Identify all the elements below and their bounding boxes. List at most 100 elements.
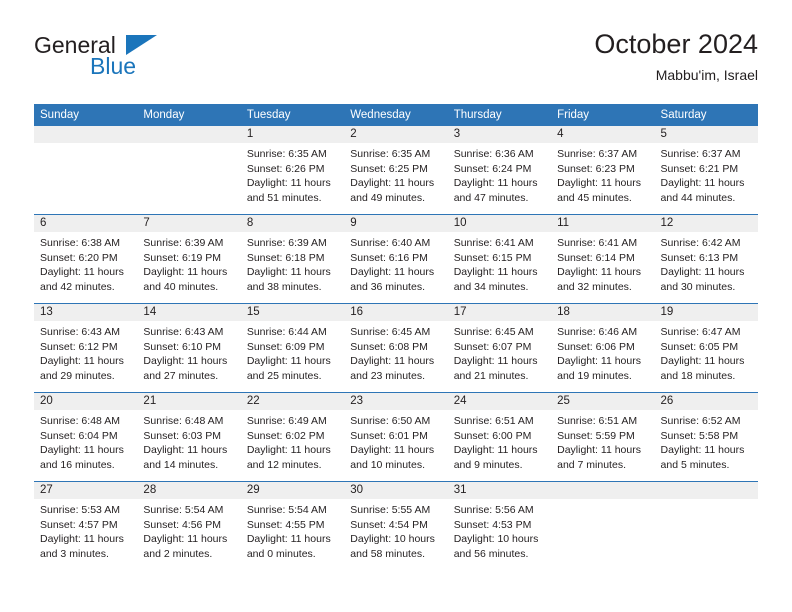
- daylight-text-line1: Daylight: 11 hours: [246, 177, 331, 190]
- sunrise-text: Sunrise: 6:38 AM: [40, 237, 120, 249]
- day-cell-content: 26 Sunrise: 6:52 AM Sunset: 5:58 PM Dayligh…: [654, 393, 758, 481]
- sunset-text: Sunset: 6:16 PM: [350, 251, 428, 264]
- sunset-text: Sunset: 5:58 PM: [660, 429, 739, 442]
- day-cell-content: [654, 482, 758, 570]
- day-number: 29: [240, 482, 345, 499]
- calendar-day-cell[interactable]: 27 Sunrise: 5:53 AM Sunset: 4:57 PM Dayligh…: [34, 481, 138, 570]
- sun-info: Sunrise: 6:40 AM Sunset: 6:16 PM Daylight:…: [344, 232, 447, 294]
- calendar-day-cell[interactable]: 30 Sunrise: 5:55 AM Sunset: 4:54 PM Dayligh…: [344, 481, 448, 570]
- daylight-text-line2: and 47 minutes.: [453, 191, 529, 204]
- calendar-day-cell[interactable]: 10 Sunrise: 6:41 AM Sunset: 6:15 PM Dayligh…: [447, 214, 552, 304]
- sun-info: Sunrise: 6:39 AM Sunset: 6:19 PM Daylight:…: [137, 232, 240, 294]
- calendar-day-cell[interactable]: 26 Sunrise: 6:52 AM Sunset: 5:58 PM Dayligh…: [654, 392, 758, 482]
- sunrise-text: Sunrise: 6:51 AM: [453, 415, 534, 427]
- day-number: 5: [654, 126, 758, 143]
- calendar-day-cell[interactable]: 28 Sunrise: 5:54 AM Sunset: 4:56 PM Dayligh…: [137, 481, 241, 570]
- sunrise-text: Sunrise: 6:51 AM: [557, 415, 638, 427]
- calendar-day-cell[interactable]: 14 Sunrise: 6:43 AM Sunset: 6:10 PM Dayligh…: [137, 303, 241, 393]
- day-number: 17: [447, 304, 552, 321]
- day-cell-content: [137, 126, 241, 214]
- daylight-text-line1: Daylight: 11 hours: [453, 266, 538, 279]
- daylight-text-line1: Daylight: 11 hours: [660, 444, 745, 457]
- day-number: [137, 126, 241, 143]
- daylight-text-line1: Daylight: 11 hours: [143, 266, 228, 279]
- sunrise-text: Sunrise: 6:43 AM: [143, 326, 224, 338]
- day-number: 26: [654, 393, 758, 410]
- calendar-day-cell[interactable]: 24 Sunrise: 6:51 AM Sunset: 6:00 PM Dayligh…: [447, 392, 552, 482]
- calendar-day-cell[interactable]: 15 Sunrise: 6:44 AM Sunset: 6:09 PM Dayligh…: [240, 303, 345, 393]
- daylight-text-line2: and 49 minutes.: [350, 191, 425, 204]
- sun-info: Sunrise: 6:48 AM Sunset: 6:03 PM Daylight:…: [137, 410, 240, 472]
- day-number: 27: [34, 482, 138, 499]
- daylight-text-line2: and 29 minutes.: [40, 369, 115, 382]
- sunrise-text: Sunrise: 6:37 AM: [557, 148, 638, 160]
- day-cell-content: 9 Sunrise: 6:40 AM Sunset: 6:16 PM Daylight…: [344, 215, 448, 303]
- sunset-text: Sunset: 6:14 PM: [557, 251, 635, 264]
- calendar-day-cell[interactable]: 29 Sunrise: 5:54 AM Sunset: 4:55 PM Dayligh…: [240, 481, 345, 570]
- calendar-day-cell[interactable]: 17 Sunrise: 6:45 AM Sunset: 6:07 PM Dayligh…: [447, 303, 552, 393]
- calendar-day-cell[interactable]: 13 Sunrise: 6:43 AM Sunset: 6:12 PM Dayligh…: [34, 303, 138, 393]
- calendar-day-cell[interactable]: 5 Sunrise: 6:37 AM Sunset: 6:21 PM Daylight…: [654, 126, 758, 215]
- calendar-day-cell[interactable]: 6 Sunrise: 6:38 AM Sunset: 6:20 PM Daylight…: [34, 214, 138, 304]
- calendar-day-cell[interactable]: 31 Sunrise: 5:56 AM Sunset: 4:53 PM Dayligh…: [447, 481, 552, 570]
- day-number: 14: [137, 304, 241, 321]
- calendar-day-cell[interactable]: 16 Sunrise: 6:45 AM Sunset: 6:08 PM Dayligh…: [344, 303, 448, 393]
- calendar-day-cell[interactable]: 9 Sunrise: 6:40 AM Sunset: 6:16 PM Daylight…: [344, 214, 448, 304]
- sun-info: Sunrise: 6:51 AM Sunset: 6:00 PM Daylight:…: [448, 410, 551, 472]
- sunset-text: Sunset: 5:59 PM: [557, 429, 635, 442]
- sunset-text: Sunset: 6:18 PM: [246, 251, 325, 264]
- calendar-day-cell[interactable]: 2 Sunrise: 6:35 AM Sunset: 6:25 PM Daylight…: [344, 126, 448, 215]
- day-cell-content: 25 Sunrise: 6:51 AM Sunset: 5:59 PM Dayligh…: [551, 393, 655, 481]
- daylight-text-line1: Daylight: 11 hours: [143, 355, 228, 368]
- calendar-day-cell[interactable]: 21 Sunrise: 6:48 AM Sunset: 6:03 PM Dayligh…: [137, 392, 241, 482]
- calendar-day-cell[interactable]: 1 Sunrise: 6:35 AM Sunset: 6:26 PM Daylight…: [240, 126, 345, 215]
- daylight-text-line2: and 23 minutes.: [350, 369, 425, 382]
- sun-info: Sunrise: 6:48 AM Sunset: 6:04 PM Daylight:…: [34, 410, 137, 472]
- weekday-header-wednesday: Wednesday: [344, 104, 448, 126]
- day-cell-content: [551, 482, 655, 570]
- sunset-text: Sunset: 4:55 PM: [246, 518, 325, 531]
- sun-info: Sunrise: 6:50 AM Sunset: 6:01 PM Daylight:…: [344, 410, 447, 472]
- weekday-header-friday: Friday: [551, 104, 655, 126]
- sunrise-text: Sunrise: 5:56 AM: [453, 504, 534, 516]
- calendar-day-cell[interactable]: 11 Sunrise: 6:41 AM Sunset: 6:14 PM Dayligh…: [551, 214, 655, 304]
- day-cell-content: 28 Sunrise: 5:54 AM Sunset: 4:56 PM Dayligh…: [137, 482, 241, 570]
- calendar-day-cell-empty: [34, 126, 138, 215]
- day-cell-content: 17 Sunrise: 6:45 AM Sunset: 6:07 PM Dayligh…: [447, 304, 552, 392]
- sunrise-text: Sunrise: 5:54 AM: [143, 504, 224, 516]
- day-number: 28: [137, 482, 241, 499]
- calendar-day-cell[interactable]: 12 Sunrise: 6:42 AM Sunset: 6:13 PM Dayligh…: [654, 214, 758, 304]
- calendar-day-cell[interactable]: 19 Sunrise: 6:47 AM Sunset: 6:05 PM Dayligh…: [654, 303, 758, 393]
- calendar-table: Sunday Monday Tuesday Wednesday Thursday Frid…: [34, 104, 758, 570]
- calendar-day-cell[interactable]: 18 Sunrise: 6:46 AM Sunset: 6:06 PM Dayligh…: [551, 303, 655, 393]
- sunset-text: Sunset: 6:10 PM: [143, 340, 222, 353]
- daylight-text-line1: Daylight: 11 hours: [350, 355, 435, 368]
- calendar-day-cell[interactable]: 22 Sunrise: 6:49 AM Sunset: 6:02 PM Dayligh…: [240, 392, 345, 482]
- daylight-text-line1: Daylight: 11 hours: [246, 533, 331, 546]
- day-number: 9: [344, 215, 448, 232]
- day-number: 15: [240, 304, 345, 321]
- daylight-text-line2: and 32 minutes.: [557, 280, 632, 293]
- calendar-day-cell[interactable]: 20 Sunrise: 6:48 AM Sunset: 6:04 PM Dayligh…: [34, 392, 138, 482]
- sunset-text: Sunset: 6:04 PM: [40, 429, 118, 442]
- sunrise-text: Sunrise: 6:39 AM: [246, 237, 327, 249]
- day-number: 6: [34, 215, 138, 232]
- day-cell-content: 19 Sunrise: 6:47 AM Sunset: 6:05 PM Dayligh…: [654, 304, 758, 392]
- day-cell-content: 14 Sunrise: 6:43 AM Sunset: 6:10 PM Dayligh…: [137, 304, 241, 392]
- daylight-text-line2: and 10 minutes.: [350, 458, 425, 471]
- daylight-text-line2: and 5 minutes.: [660, 458, 730, 471]
- weekday-header-saturday: Saturday: [654, 104, 758, 126]
- sunset-text: Sunset: 6:00 PM: [453, 429, 532, 442]
- day-cell-content: 11 Sunrise: 6:41 AM Sunset: 6:14 PM Dayligh…: [551, 215, 655, 303]
- daylight-text-line2: and 16 minutes.: [40, 458, 115, 471]
- calendar-day-cell[interactable]: 7 Sunrise: 6:39 AM Sunset: 6:19 PM Daylight…: [137, 214, 241, 304]
- calendar-day-cell[interactable]: 25 Sunrise: 6:51 AM Sunset: 5:59 PM Dayligh…: [551, 392, 655, 482]
- calendar-day-cell[interactable]: 3 Sunrise: 6:36 AM Sunset: 6:24 PM Daylight…: [447, 126, 552, 215]
- calendar-day-cell[interactable]: 8 Sunrise: 6:39 AM Sunset: 6:18 PM Daylight…: [240, 214, 345, 304]
- day-number: 10: [447, 215, 552, 232]
- calendar-day-cell[interactable]: 23 Sunrise: 6:50 AM Sunset: 6:01 PM Dayligh…: [344, 392, 448, 482]
- daylight-text-line2: and 44 minutes.: [660, 191, 736, 204]
- sun-info: Sunrise: 6:37 AM Sunset: 6:23 PM Daylight:…: [551, 143, 654, 205]
- weekday-header-thursday: Thursday: [447, 104, 552, 126]
- calendar-day-cell[interactable]: 4 Sunrise: 6:37 AM Sunset: 6:23 PM Daylight…: [551, 126, 655, 215]
